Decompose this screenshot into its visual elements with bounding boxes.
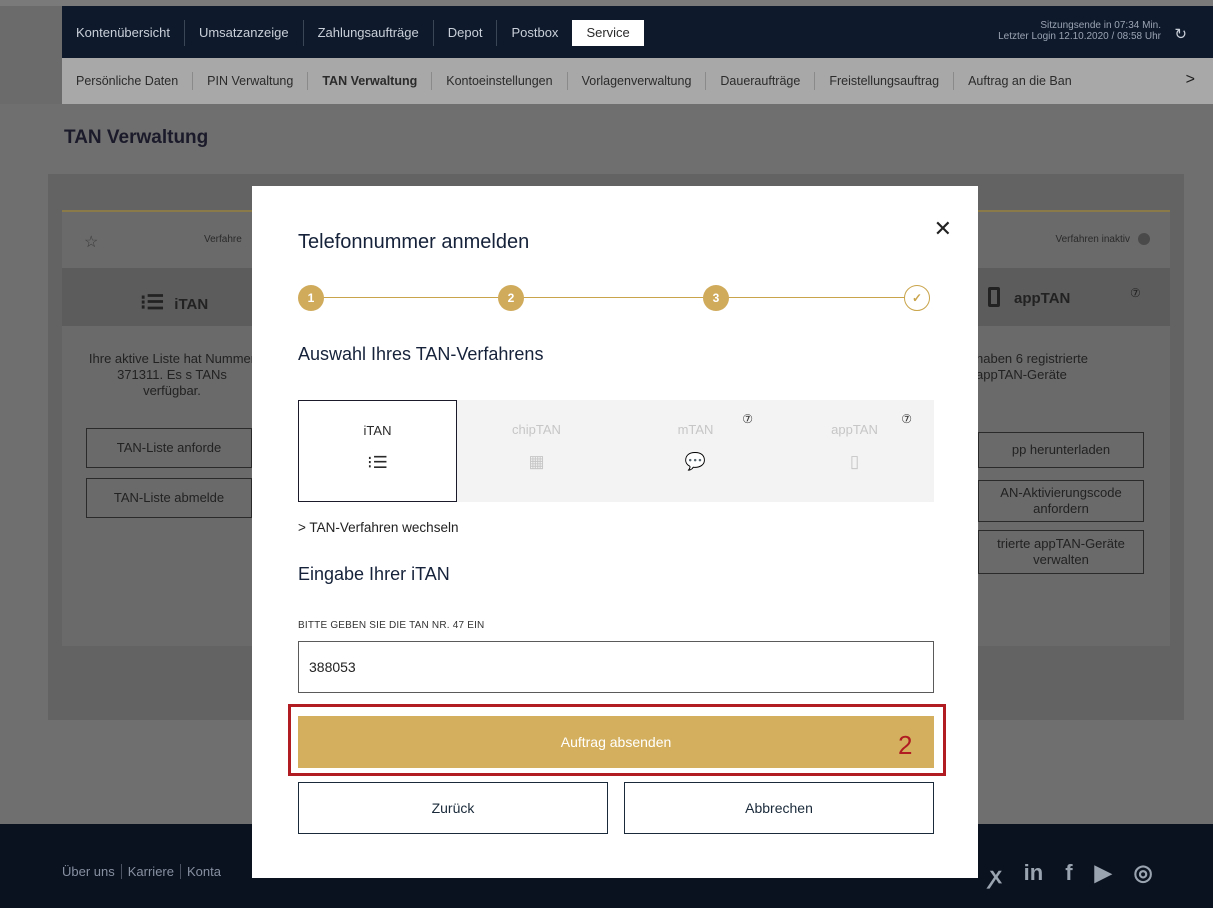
nav-item-postbox[interactable]: Postbox — [496, 20, 572, 46]
tan-field-label: BITTE GEBEN SIE DIE TAN NR. 47 EIN — [298, 620, 485, 631]
back-button[interactable]: Zurück — [298, 782, 608, 834]
help-icon[interactable]: ⑦ — [1130, 286, 1141, 300]
xing-icon[interactable]: ꭗ — [990, 860, 1002, 890]
nav-item-kontenuebersicht[interactable]: Kontenübersicht — [62, 20, 184, 46]
method-label: chipTAN — [512, 422, 561, 437]
subnav-item-freistellungsauftrag[interactable]: Freistellungsauftrag — [814, 72, 953, 90]
tan-method-heading: Auswahl Ihres TAN-Verfahrens — [298, 344, 544, 364]
linkedin-icon[interactable]: in — [1024, 860, 1044, 890]
list-numbered-icon: ⁝☰ — [140, 292, 165, 314]
calculator-icon: ▦ — [528, 452, 545, 471]
footer-links: Über uns Karriere Konta — [62, 864, 227, 879]
tan-input[interactable] — [298, 641, 934, 693]
apptan-method-name: appTAN — [1014, 290, 1071, 307]
refresh-session-icon[interactable]: ↻ — [1174, 25, 1187, 43]
nav-item-zahlungsauftraege[interactable]: Zahlungsaufträge — [302, 20, 433, 46]
main-nav-items: Kontenübersicht Umsatzanzeige Zahlungsau… — [62, 20, 644, 46]
apptan-method-label: appTAN — [988, 287, 1070, 307]
subnav-item-pin-verwaltung[interactable]: PIN Verwaltung — [192, 72, 307, 90]
method-label: appTAN — [831, 422, 878, 437]
smartphone-icon: ▯ — [849, 452, 860, 471]
subnav-item-persoenliche-daten[interactable]: Persönliche Daten — [62, 72, 192, 90]
method-label: mTAN — [677, 422, 714, 437]
nav-item-umsatzanzeige[interactable]: Umsatzanzeige — [183, 20, 303, 46]
request-tan-list-button[interactable]: TAN-Liste anforde — [86, 428, 252, 468]
cancel-button[interactable]: Abbrechen — [624, 782, 934, 834]
request-activation-code-button[interactable]: AN-Aktivierungscode anfordern — [978, 480, 1144, 522]
subnav-item-kontoeinstellungen[interactable]: Kontoeinstellungen — [431, 72, 566, 90]
close-icon[interactable]: ✕ — [934, 216, 952, 242]
step-complete-check-icon: ✓ — [904, 285, 930, 311]
subnav-item-auftrag-an-die-bank[interactable]: Auftrag an die Ban — [953, 72, 1086, 90]
facebook-icon[interactable]: f — [1065, 860, 1072, 890]
itan-method-name: iTAN — [174, 296, 209, 313]
annotation-highlight-box — [288, 704, 946, 776]
sms-icon: 💬 — [684, 452, 707, 471]
step-1: 1 — [298, 285, 324, 311]
itan-description: Ihre aktive Liste hat Nummer 371311. Es … — [88, 351, 256, 398]
main-navigation: Kontenübersicht Umsatzanzeige Zahlungsau… — [62, 6, 1213, 58]
dialog-title: Telefonnummer anmelden — [298, 231, 530, 253]
change-tan-method-link[interactable]: > TAN-Verfahren wechseln — [298, 520, 458, 535]
social-links: ꭗ in f ▶ ◎ — [990, 860, 1153, 890]
session-info: Sitzungsende in 07:34 Min. Letzter Login… — [998, 20, 1161, 42]
tan-entry-heading: Eingabe Ihrer iTAN — [298, 564, 450, 584]
footer-link-ueber-uns[interactable]: Über uns — [62, 864, 121, 879]
status-toggle[interactable] — [1138, 233, 1150, 245]
stepper-line — [311, 297, 921, 298]
method-option-apptan[interactable]: ⑦ appTAN ▯ — [775, 400, 934, 502]
subnav-item-dauerauftraege[interactable]: Daueraufträge — [705, 72, 814, 90]
sub-nav-items: Persönliche Daten PIN Verwaltung TAN Ver… — [62, 72, 1086, 90]
session-timer: Sitzungsende in 07:34 Min. — [1040, 20, 1161, 31]
progress-stepper: 1 2 3 ✓ — [298, 285, 934, 311]
subnav-item-vorlagenverwaltung[interactable]: Vorlagenverwaltung — [566, 72, 706, 90]
star-icon[interactable]: ☆ — [84, 232, 98, 252]
subnav-item-tan-verwaltung[interactable]: TAN Verwaltung — [307, 72, 431, 90]
method-option-itan[interactable]: iTAN ⁝☰ — [298, 400, 457, 502]
manage-apptan-devices-button[interactable]: trierte appTAN-Geräte verwalten — [978, 530, 1144, 574]
chevron-right-icon[interactable]: > — [1186, 71, 1195, 89]
deregister-tan-list-button[interactable]: TAN-Liste abmelde — [86, 478, 252, 518]
annotation-step-number: 2 — [898, 730, 913, 760]
step-3: 3 — [703, 285, 729, 311]
instagram-icon[interactable]: ◎ — [1133, 860, 1152, 890]
left-method-status: Verfahre — [204, 234, 242, 245]
method-option-mtan[interactable]: ⑦ mTAN 💬 — [616, 400, 775, 502]
youtube-icon[interactable]: ▶ — [1095, 860, 1112, 890]
tan-method-selector: iTAN ⁝☰ chipTAN ▦ ⑦ mTAN 💬 ⑦ appTAN ▯ — [298, 400, 934, 502]
last-login: Letzter Login 12.10.2020 / 08:58 Uhr — [998, 31, 1161, 42]
nav-item-service[interactable]: Service — [572, 20, 644, 46]
step-2: 2 — [498, 285, 524, 311]
smartphone-icon — [988, 287, 1000, 307]
right-method-status: Verfahren inaktiv — [1055, 234, 1131, 245]
apptan-description: haben 6 registrierte appTAN-Geräte — [976, 351, 1089, 382]
list-numbered-icon: ⁝☰ — [367, 453, 388, 472]
footer-link-kontakt[interactable]: Konta — [180, 864, 227, 879]
method-label: iTAN — [363, 423, 392, 438]
sub-navigation: Persönliche Daten PIN Verwaltung TAN Ver… — [62, 58, 1213, 104]
nav-item-depot[interactable]: Depot — [432, 20, 497, 46]
page-title: TAN Verwaltung — [64, 127, 209, 148]
itan-method-label: ⁝☰ iTAN — [140, 290, 208, 315]
method-option-chiptan[interactable]: chipTAN ▦ — [457, 400, 616, 502]
footer-link-karriere[interactable]: Karriere — [120, 864, 180, 879]
download-app-button[interactable]: pp herunterladen — [978, 432, 1144, 468]
